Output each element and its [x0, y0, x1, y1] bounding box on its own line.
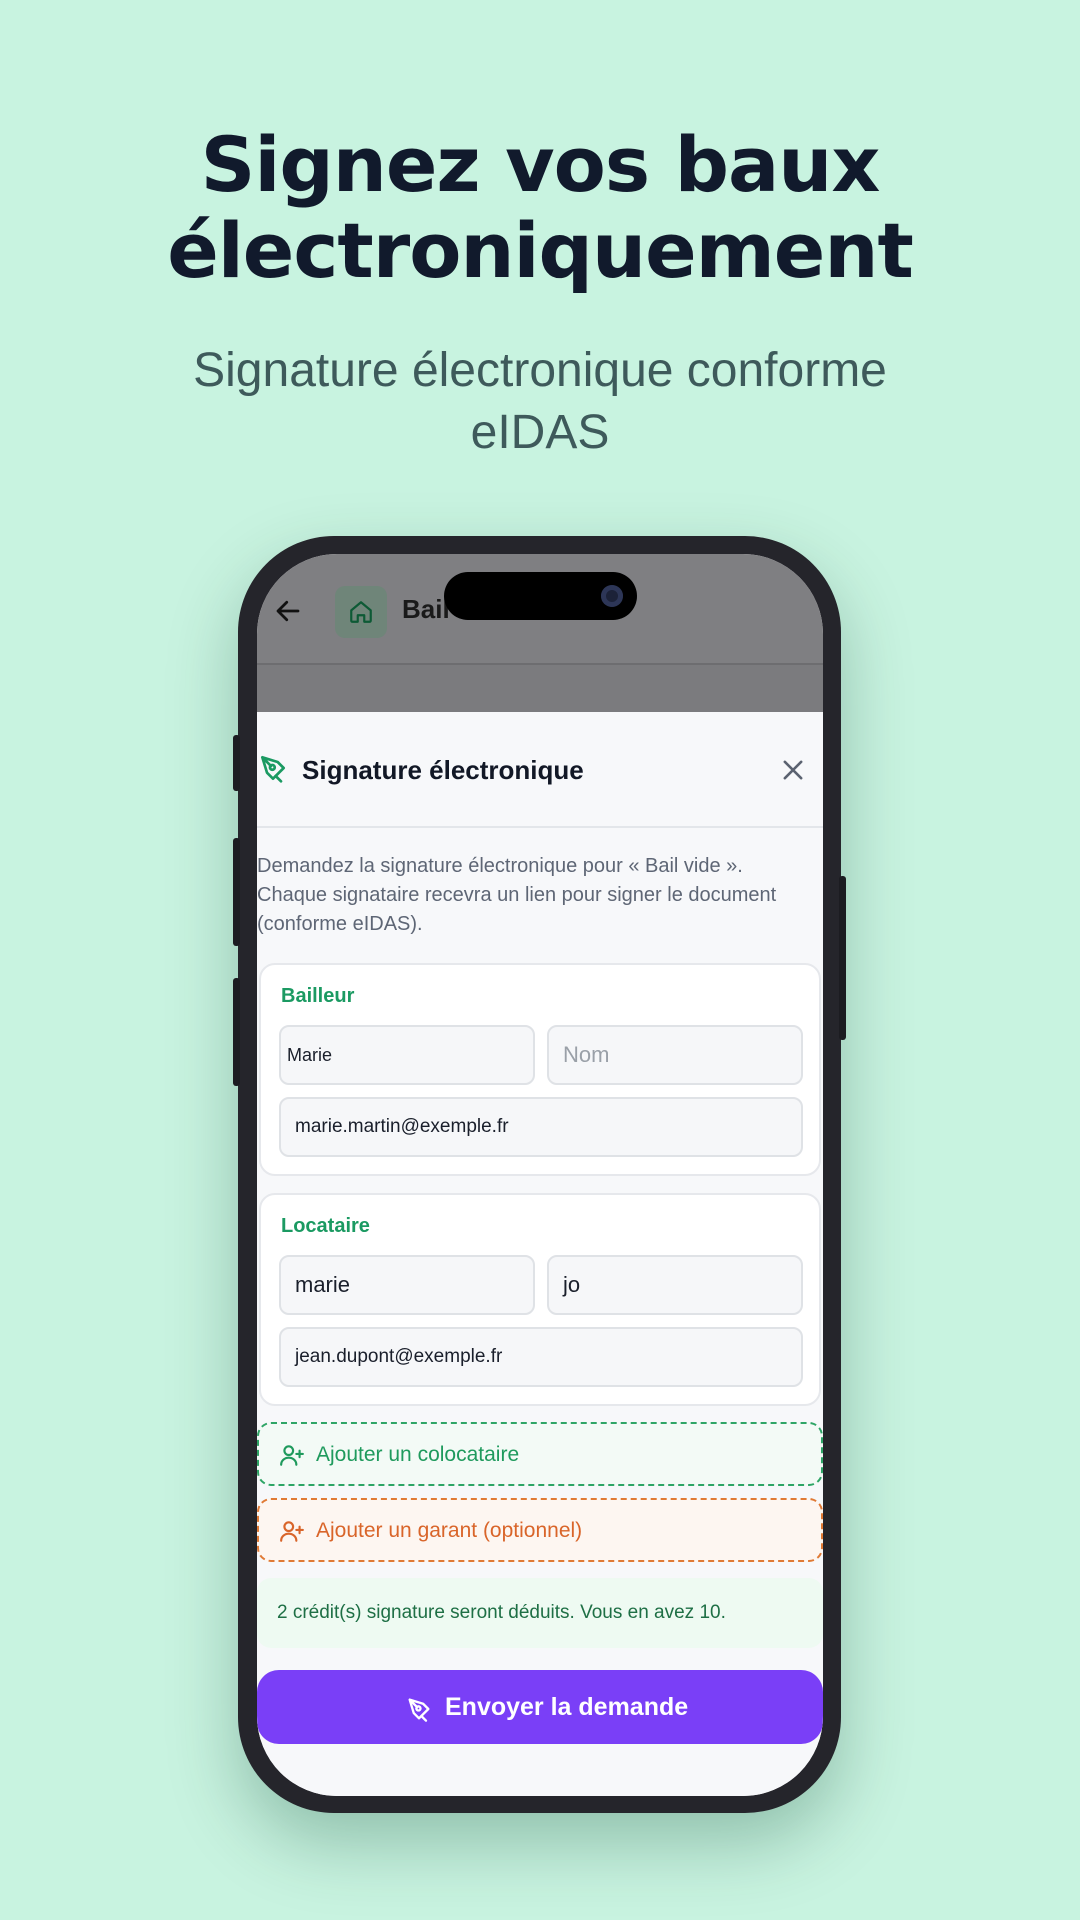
subtitle-line-1: Signature électronique conforme	[193, 344, 887, 397]
locataire-card: Locataire marie jo jean.dupont@exemple.f…	[259, 1193, 821, 1406]
promo-subtitle: Signature électronique conforme eIDAS	[0, 340, 1080, 464]
headline-line-2: électroniquement	[167, 206, 914, 295]
dynamic-island	[444, 572, 637, 620]
phone-screen: Bail vide Signature électronique Demande…	[257, 554, 823, 1796]
phone-volume-down-button	[233, 978, 240, 1086]
bailleur-last-name-field[interactable]: Nom	[547, 1025, 803, 1085]
locataire-first-name-field[interactable]: marie	[279, 1255, 535, 1315]
bailleur-first-name-field[interactable]: Marie	[279, 1025, 535, 1085]
app-bar: Bail vide	[257, 554, 823, 663]
sheet-title: Signature électronique	[302, 755, 584, 785]
description-line-3: (conforme eIDAS).	[257, 913, 423, 935]
subtitle-line-2: eIDAS	[470, 406, 610, 459]
user-plus-icon	[280, 1521, 304, 1542]
phone-action-button	[233, 735, 240, 791]
locataire-email-field[interactable]: jean.dupont@exemple.fr	[279, 1327, 803, 1387]
send-request-button[interactable]: Envoyer la demande	[257, 1670, 823, 1744]
pen-signature-icon	[261, 756, 285, 783]
locataire-last-name-field[interactable]: jo	[547, 1255, 803, 1315]
signature-sheet: Signature électronique Demandez la signa…	[257, 712, 823, 1796]
send-request-label: Envoyer la demande	[445, 1693, 689, 1721]
sheet-header: Signature électronique	[257, 712, 823, 828]
bailleur-email-field[interactable]: marie.martin@exemple.fr	[279, 1097, 803, 1157]
headline-line-1: Signez vos baux	[200, 120, 881, 209]
user-plus-icon	[280, 1445, 304, 1466]
credits-note: 2 crédit(s) signature seront déduits. Vo…	[257, 1578, 823, 1648]
add-guarantor-label: Ajouter un garant (optionnel)	[316, 1519, 583, 1542]
phone-volume-up-button	[233, 838, 240, 946]
sheet-description: Demandez la signature électronique pour …	[257, 852, 823, 939]
description-line-1: Demandez la signature électronique pour …	[257, 855, 743, 877]
front-camera	[601, 585, 623, 607]
home-icon-tile[interactable]	[335, 586, 387, 638]
arrow-left-icon[interactable]	[273, 596, 303, 626]
add-cotenant-label: Ajouter un colocataire	[316, 1443, 520, 1466]
promo-headline: Signez vos baux électroniquement	[0, 122, 1080, 294]
pen-signature-icon	[408, 1698, 430, 1722]
add-guarantor-button[interactable]: Ajouter un garant (optionnel)	[257, 1498, 823, 1562]
phone-power-button	[839, 876, 846, 1040]
bailleur-card: Bailleur Marie Nom marie.martin@exemple.…	[259, 963, 821, 1176]
description-line-2: Chaque signataire recevra un lien pour s…	[257, 884, 777, 906]
close-icon[interactable]	[779, 756, 807, 784]
credits-note-text: 2 crédit(s) signature seront déduits. Vo…	[277, 1602, 726, 1623]
bailleur-label: Bailleur	[281, 985, 355, 1007]
locataire-label: Locataire	[281, 1215, 370, 1237]
modal-scrim	[257, 665, 823, 712]
add-cotenant-button[interactable]: Ajouter un colocataire	[257, 1422, 823, 1486]
home-icon	[350, 601, 372, 623]
